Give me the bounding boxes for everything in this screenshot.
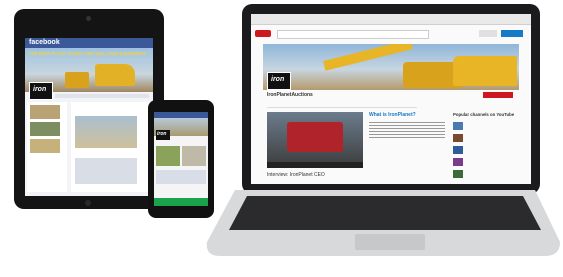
sidebar-title: Popular channels on YouTube bbox=[453, 112, 515, 117]
trackpad bbox=[355, 234, 425, 250]
facebook-header-bar: facebook bbox=[25, 38, 153, 48]
video-caption: Interview: IronPlanet CEO bbox=[267, 172, 325, 178]
browser-bar bbox=[251, 14, 531, 25]
tablet-camera bbox=[86, 16, 91, 21]
phone-screen: iron bbox=[154, 112, 208, 206]
channel-list-item[interactable] bbox=[453, 146, 463, 154]
loader-icon bbox=[65, 72, 89, 88]
channel-name: IronPlanetAuctions bbox=[267, 92, 313, 98]
thumb-photo bbox=[30, 122, 60, 136]
page-profile-logo: iron bbox=[29, 82, 53, 100]
video-title[interactable]: What is IronPlanet? bbox=[369, 112, 416, 118]
upload-button[interactable] bbox=[479, 30, 497, 37]
excavator-body bbox=[453, 56, 517, 86]
excavator-icon bbox=[95, 64, 135, 86]
video-player[interactable] bbox=[267, 112, 363, 168]
phone-post-photo bbox=[156, 146, 180, 166]
search-input[interactable] bbox=[277, 30, 429, 39]
channel-tabs[interactable] bbox=[267, 102, 417, 108]
phone-nav-bar[interactable] bbox=[154, 198, 208, 206]
cover-banner-text: THE BEST PLACE TO BUY AND SELL USED EQUI… bbox=[29, 51, 147, 56]
truck-image bbox=[287, 122, 343, 152]
video-description bbox=[369, 120, 445, 138]
phone-post-photo bbox=[156, 170, 206, 184]
sign-in-button[interactable] bbox=[501, 30, 523, 37]
phone-post-photo bbox=[182, 146, 206, 166]
thumb-photo bbox=[30, 139, 60, 153]
laptop-base bbox=[206, 190, 560, 256]
laptop-screen: iron IronPlanetAuctions What is IronPlan… bbox=[251, 14, 531, 184]
post-photo bbox=[75, 116, 137, 148]
thumb-photo bbox=[30, 105, 60, 119]
channel-list-item[interactable] bbox=[453, 134, 463, 142]
tablet-screen: facebook THE BEST PLACE TO BUY AND SELL … bbox=[25, 38, 153, 196]
left-column bbox=[27, 102, 67, 192]
video-controls-bar[interactable] bbox=[267, 162, 363, 168]
excavator-arm bbox=[323, 44, 413, 71]
channel-banner bbox=[263, 44, 519, 90]
channel-list-item[interactable] bbox=[453, 122, 463, 130]
feed-post bbox=[71, 102, 149, 192]
channel-avatar: iron bbox=[267, 72, 291, 90]
phone-profile-logo: iron bbox=[156, 130, 170, 140]
tab-strip[interactable] bbox=[55, 94, 149, 98]
subscribe-button[interactable] bbox=[483, 92, 513, 98]
facebook-logo: facebook bbox=[29, 39, 60, 46]
post-photo bbox=[75, 158, 137, 184]
keyboard bbox=[229, 196, 541, 230]
tablet-home-button[interactable] bbox=[85, 200, 91, 206]
youtube-logo-icon[interactable] bbox=[255, 30, 271, 37]
channel-list-item[interactable] bbox=[453, 170, 463, 178]
channel-list-item[interactable] bbox=[453, 158, 463, 166]
